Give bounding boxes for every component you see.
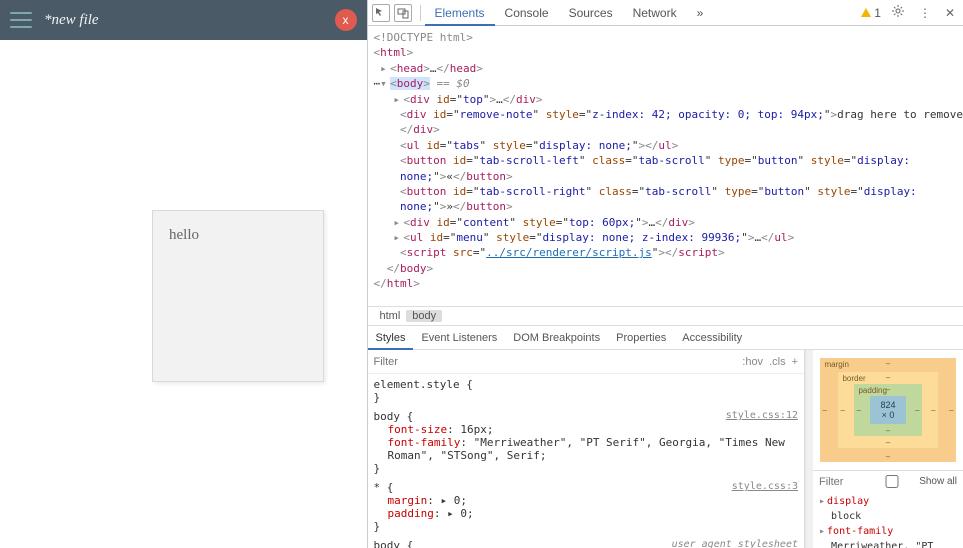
device-toggle-icon[interactable] [394, 4, 412, 22]
styles-filter-bar: :hov .cls + [368, 350, 805, 374]
inspect-icon[interactable] [372, 4, 390, 22]
note-text[interactable]: hello [169, 227, 307, 244]
rule-ua-body[interactable]: body {user agent stylesheet display: blo… [374, 539, 799, 548]
breadcrumb-html[interactable]: html [374, 310, 407, 322]
subtab-properties[interactable]: Properties [608, 326, 674, 350]
tab-console[interactable]: Console [495, 0, 559, 26]
tab-network[interactable]: Network [623, 0, 687, 26]
box-model[interactable]: margin –––– border –––– padding –––– 824… [813, 350, 963, 470]
rule-star[interactable]: * {style.css:3 margin: ▸ 0; padding: ▸ 0… [374, 481, 799, 533]
computed-list[interactable]: ▸display block ▸font-family Merriweather… [813, 492, 963, 548]
note-card[interactable]: hello [152, 210, 324, 382]
tabs-overflow-icon[interactable]: » [687, 0, 714, 26]
hov-toggle[interactable]: :hov [742, 356, 763, 368]
menu-icon[interactable] [10, 12, 32, 28]
title-bar: *new file x [0, 0, 367, 40]
dom-tree[interactable]: <!DOCTYPE html> <html> ▸<head>…</head> ⋯… [368, 26, 963, 306]
devtools-tabs: Elements Console Sources Network » [425, 0, 714, 26]
warnings-badge[interactable]: 1 [860, 6, 881, 20]
rule-body[interactable]: body {style.css:12 font-size: 16px; font… [374, 410, 799, 475]
styles-body[interactable]: element.style { } body {style.css:12 fon… [368, 374, 805, 548]
subtab-dom-breakpoints[interactable]: DOM Breakpoints [505, 326, 608, 350]
more-icon[interactable]: ⋮ [915, 6, 935, 20]
box-model-content: 824 × 0 [870, 396, 905, 424]
ua-label: user agent stylesheet [672, 539, 798, 548]
source-link[interactable]: style.css:3 [732, 481, 798, 494]
editor-area[interactable]: hello [0, 40, 367, 548]
settings-icon[interactable] [887, 4, 909, 21]
show-all-toggle[interactable]: Show all [868, 475, 957, 488]
tab-sources[interactable]: Sources [559, 0, 623, 26]
subtab-event-listeners[interactable]: Event Listeners [413, 326, 505, 350]
subtab-styles[interactable]: Styles [368, 326, 414, 350]
computed-filter-input[interactable] [819, 476, 867, 488]
devtools-toolbar: Elements Console Sources Network » 1 ⋮ ✕ [368, 0, 963, 26]
scrollbar[interactable] [805, 350, 813, 548]
styles-subtabs: Styles Event Listeners DOM Breakpoints P… [368, 326, 963, 350]
source-link[interactable]: style.css:12 [726, 410, 798, 423]
cls-toggle[interactable]: .cls [769, 356, 786, 368]
tab-elements[interactable]: Elements [425, 0, 495, 26]
breadcrumb: html body [368, 306, 963, 326]
close-devtools-icon[interactable]: ✕ [941, 6, 959, 20]
app-pane: *new file x hello [0, 0, 367, 548]
close-button[interactable]: x [335, 9, 357, 31]
window-title: *new file [44, 12, 99, 29]
styles-filter-input[interactable] [374, 356, 737, 368]
breadcrumb-body[interactable]: body [406, 310, 442, 322]
subtab-accessibility[interactable]: Accessibility [674, 326, 750, 350]
rule-element-style[interactable]: element.style { } [374, 378, 799, 404]
new-rule-button[interactable]: + [792, 356, 798, 368]
devtools-panel: Elements Console Sources Network » 1 ⋮ ✕… [367, 0, 963, 548]
computed-pane: margin –––– border –––– padding –––– 824… [813, 350, 963, 548]
